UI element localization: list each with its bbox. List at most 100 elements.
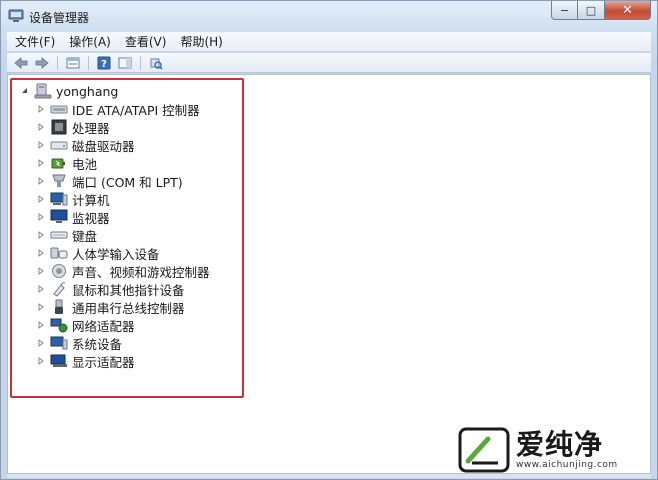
tree-node-processor[interactable]: 处理器 (36, 118, 110, 136)
monitor-icon (50, 209, 68, 225)
menu-bar: 文件(F) 操作(A) 查看(V) 帮助(H) (7, 32, 651, 52)
tree-node-monitor[interactable]: 监视器 (36, 208, 110, 226)
menu-file[interactable]: 文件(F) (15, 33, 55, 50)
menu-view[interactable]: 查看(V) (125, 33, 167, 50)
forward-button[interactable] (33, 55, 51, 71)
back-arrow-icon (14, 56, 28, 69)
tree-node-label: 端口 (COM 和 LPT) (72, 174, 183, 190)
expanded-triangle-icon[interactable] (20, 86, 30, 96)
tree-node-label: 人体学输入设备 (72, 246, 160, 262)
collapsed-triangle-icon[interactable] (36, 320, 46, 330)
ide-controller-icon (50, 101, 68, 117)
tree-node-label: IDE ATA/ATAPI 控制器 (72, 102, 200, 118)
watermark-url: www.aichunjing.com (516, 460, 618, 470)
collapsed-triangle-icon[interactable] (36, 338, 46, 348)
help-icon: ? (97, 56, 111, 70)
sound-icon (50, 263, 68, 279)
tree-node-port[interactable]: 端口 (COM 和 LPT) (36, 172, 183, 190)
tree-node-hid[interactable]: 人体学输入设备 (36, 244, 160, 262)
tree-node-label: 处理器 (72, 120, 110, 136)
tree-node-ide[interactable]: IDE ATA/ATAPI 控制器 (36, 100, 200, 118)
device-tree-pane[interactable]: yonghang IDE ATA/ATAPI 控制器 处理器 磁盘驱动器 电池 … (7, 74, 651, 474)
keyboard-icon (50, 227, 68, 243)
tree-root-node[interactable]: yonghang (20, 82, 118, 100)
watermark-brand: 爱纯净 (516, 428, 604, 461)
hid-icon (50, 245, 68, 261)
tree-node-system-device[interactable]: 系统设备 (36, 334, 122, 352)
collapsed-triangle-icon[interactable] (36, 356, 46, 366)
tree-node-sound[interactable]: 声音、视频和游戏控制器 (36, 262, 210, 280)
tree-node-keyboard[interactable]: 键盘 (36, 226, 97, 244)
tree-root-label: yonghang (56, 83, 119, 99)
tree-node-usb[interactable]: 通用串行总线控制器 (36, 298, 185, 316)
tree-node-label: 电池 (72, 156, 98, 172)
toolbar-separator (57, 55, 58, 70)
tree-node-battery[interactable]: 电池 (36, 154, 97, 172)
maximize-button[interactable]: □ (578, 1, 605, 20)
tree-node-label: 声音、视频和游戏控制器 (72, 264, 210, 280)
usb-icon (50, 299, 68, 315)
tree-node-label: 磁盘驱动器 (72, 138, 135, 154)
scan-hardware-icon (150, 58, 163, 70)
back-button[interactable] (12, 55, 30, 71)
tree-node-label: 计算机 (72, 192, 110, 208)
menu-help[interactable]: 帮助(H) (180, 33, 222, 50)
tree-node-display-adapter[interactable]: 显示适配器 (36, 352, 135, 370)
action-pane-button[interactable] (116, 55, 134, 71)
system-device-icon (50, 335, 68, 351)
tree-node-label: 显示适配器 (72, 354, 135, 370)
collapsed-triangle-icon[interactable] (36, 122, 46, 132)
collapsed-triangle-icon[interactable] (36, 230, 46, 240)
scan-hardware-button[interactable] (147, 55, 165, 71)
window-title: 设备管理器 (29, 11, 90, 25)
properties-view-icon (66, 57, 80, 68)
close-button[interactable]: ✕ (605, 1, 651, 20)
tree-node-computer[interactable]: 计算机 (36, 190, 110, 208)
tree-node-network-adapter[interactable]: 网络适配器 (36, 316, 135, 334)
collapsed-triangle-icon[interactable] (36, 176, 46, 186)
computer-icon (50, 191, 68, 207)
tree-node-label: 网络适配器 (72, 318, 135, 334)
minimize-button[interactable]: − (551, 1, 578, 20)
collapsed-triangle-icon[interactable] (36, 158, 46, 168)
help-button[interactable]: ? (95, 55, 113, 71)
device-tree: yonghang IDE ATA/ATAPI 控制器 处理器 磁盘驱动器 电池 … (8, 75, 652, 475)
collapsed-triangle-icon[interactable] (36, 140, 46, 150)
mouse-icon (50, 281, 68, 297)
maximize-icon: □ (585, 3, 597, 17)
collapsed-triangle-icon[interactable] (36, 194, 46, 204)
disk-drive-icon (50, 137, 68, 153)
collapsed-triangle-icon[interactable] (36, 266, 46, 276)
device-manager-icon (8, 9, 24, 23)
tree-node-label: 系统设备 (72, 336, 123, 352)
collapsed-triangle-icon[interactable] (36, 302, 46, 312)
title-bar[interactable]: 设备管理器 − □ ✕ (1, 1, 657, 31)
processor-icon (50, 119, 68, 135)
collapsed-triangle-icon[interactable] (36, 284, 46, 294)
minimize-icon: − (559, 3, 570, 17)
watermark-logo (458, 427, 510, 473)
tree-node-label: 键盘 (72, 228, 98, 244)
toolbar-separator (88, 55, 89, 70)
collapsed-triangle-icon[interactable] (36, 248, 46, 258)
device-manager-window: 设备管理器 − □ ✕ 文件(F) 操作(A) 查看(V) 帮助(H) ? yo… (0, 0, 658, 480)
close-icon: ✕ (622, 2, 633, 18)
watermark-text: 爱纯净 www.aichunjing.com (516, 428, 618, 471)
network-adapter-icon (50, 317, 68, 333)
battery-icon (50, 155, 68, 171)
svg-text:?: ? (101, 59, 107, 70)
action-pane-icon (118, 57, 132, 68)
tree-node-mouse[interactable]: 鼠标和其他指针设备 (36, 280, 185, 298)
tree-node-disk-drive[interactable]: 磁盘驱动器 (36, 136, 135, 154)
collapsed-triangle-icon[interactable] (36, 212, 46, 222)
menu-action[interactable]: 操作(A) (69, 33, 111, 50)
tree-node-label: 鼠标和其他指针设备 (72, 282, 185, 298)
forward-arrow-icon (35, 56, 49, 69)
collapsed-triangle-icon[interactable] (36, 104, 46, 114)
toolbar-separator (140, 55, 141, 70)
port-icon (50, 173, 68, 189)
computer-icon (34, 83, 52, 99)
properties-view-button[interactable] (64, 55, 82, 71)
tree-node-label: 监视器 (72, 210, 110, 226)
toolbar: ? (7, 53, 651, 73)
